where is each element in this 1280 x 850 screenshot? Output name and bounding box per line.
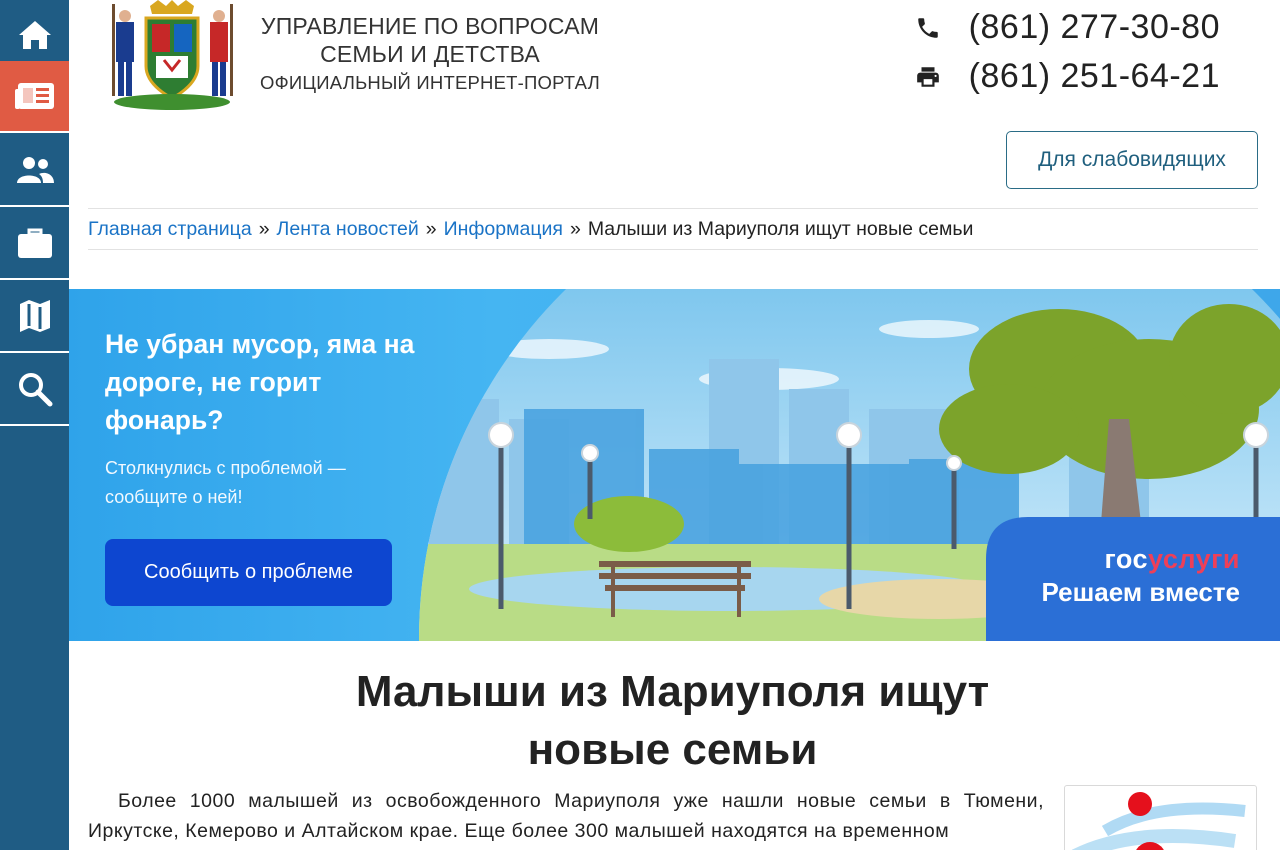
gosuslugi-badge: госуслуги Решаем вместе <box>1041 544 1240 608</box>
phone-icon <box>917 17 938 38</box>
gosuslugi-banner[interactable]: Не убран мусор, яма на дороге, не горит … <box>69 289 1280 641</box>
breadcrumb: Главная страница » Лента новостей » Инфо… <box>88 208 1258 250</box>
newspaper-icon <box>14 83 54 109</box>
fax-contact: (861) 251-64-21 <box>915 57 1220 96</box>
brand-part-uslugi: услуги <box>1147 544 1240 574</box>
article-image[interactable] <box>1064 785 1257 850</box>
sidebar-nav <box>0 0 69 850</box>
people-icon <box>16 157 54 183</box>
coat-of-arms-logo[interactable] <box>106 0 238 112</box>
breadcrumb-separator: » <box>258 217 270 240</box>
banner-subtitle: Столкнулись с проблемой — сообщите о ней… <box>105 458 346 507</box>
breadcrumb-current: Малыши из Мариуполя ищут новые семьи <box>587 217 974 240</box>
home-icon <box>18 21 51 49</box>
search-icon <box>18 373 52 407</box>
briefcase-icon <box>17 228 52 258</box>
fax-number[interactable]: (861) 251-64-21 <box>969 57 1220 96</box>
article-title: Малыши из Мариуполя ищут новые семьи <box>320 663 1025 779</box>
breadcrumb-info-link[interactable]: Информация <box>444 218 563 241</box>
org-name-line2: СЕМЬИ И ДЕТСТВА <box>320 41 540 67</box>
breadcrumb-separator: » <box>569 217 581 240</box>
banner-title: Не убран мусор, яма на дороге, не горит … <box>105 329 415 435</box>
organization-name: УПРАВЛЕНИЕ ПО ВОПРОСАМ СЕМЬИ И ДЕТСТВА О… <box>250 12 610 98</box>
report-problem-button[interactable]: Сообщить о проблеме <box>105 539 392 606</box>
brand-part-gos: гос <box>1104 544 1148 574</box>
org-name-line1: УПРАВЛЕНИЕ ПО ВОПРОСАМ <box>260 13 600 39</box>
map-icon <box>19 300 50 332</box>
article-title-line1: Малыши из Мариуполя ищут <box>355 667 990 716</box>
phone-contact: (861) 277-30-80 <box>915 8 1220 47</box>
gosuslugi-logo: госуслуги <box>1041 544 1240 575</box>
breadcrumb-separator: » <box>425 217 437 240</box>
accessibility-button[interactable]: Для слабовидящих <box>1006 131 1258 189</box>
breadcrumb-news-link[interactable]: Лента новостей <box>277 218 419 241</box>
banner-slogan: Решаем вместе <box>1041 577 1240 607</box>
printer-icon <box>916 66 939 87</box>
sidebar-item-map[interactable] <box>0 281 69 353</box>
phone-number[interactable]: (861) 277-30-80 <box>969 8 1220 47</box>
breadcrumb-home-link[interactable]: Главная страница <box>88 218 252 241</box>
article-body: Более 1000 малышей из освобожденного Мар… <box>88 790 1044 842</box>
sidebar-item-people[interactable] <box>0 135 69 207</box>
portal-subtitle: ОФИЦИАЛЬНЫЙ ИНТЕРНЕТ-ПОРТАЛ <box>260 72 600 93</box>
sidebar-item-search[interactable] <box>0 354 69 426</box>
sidebar-item-news[interactable] <box>0 61 69 133</box>
sidebar-item-services[interactable] <box>0 208 69 280</box>
article-title-line2: новые семьи <box>527 725 818 774</box>
